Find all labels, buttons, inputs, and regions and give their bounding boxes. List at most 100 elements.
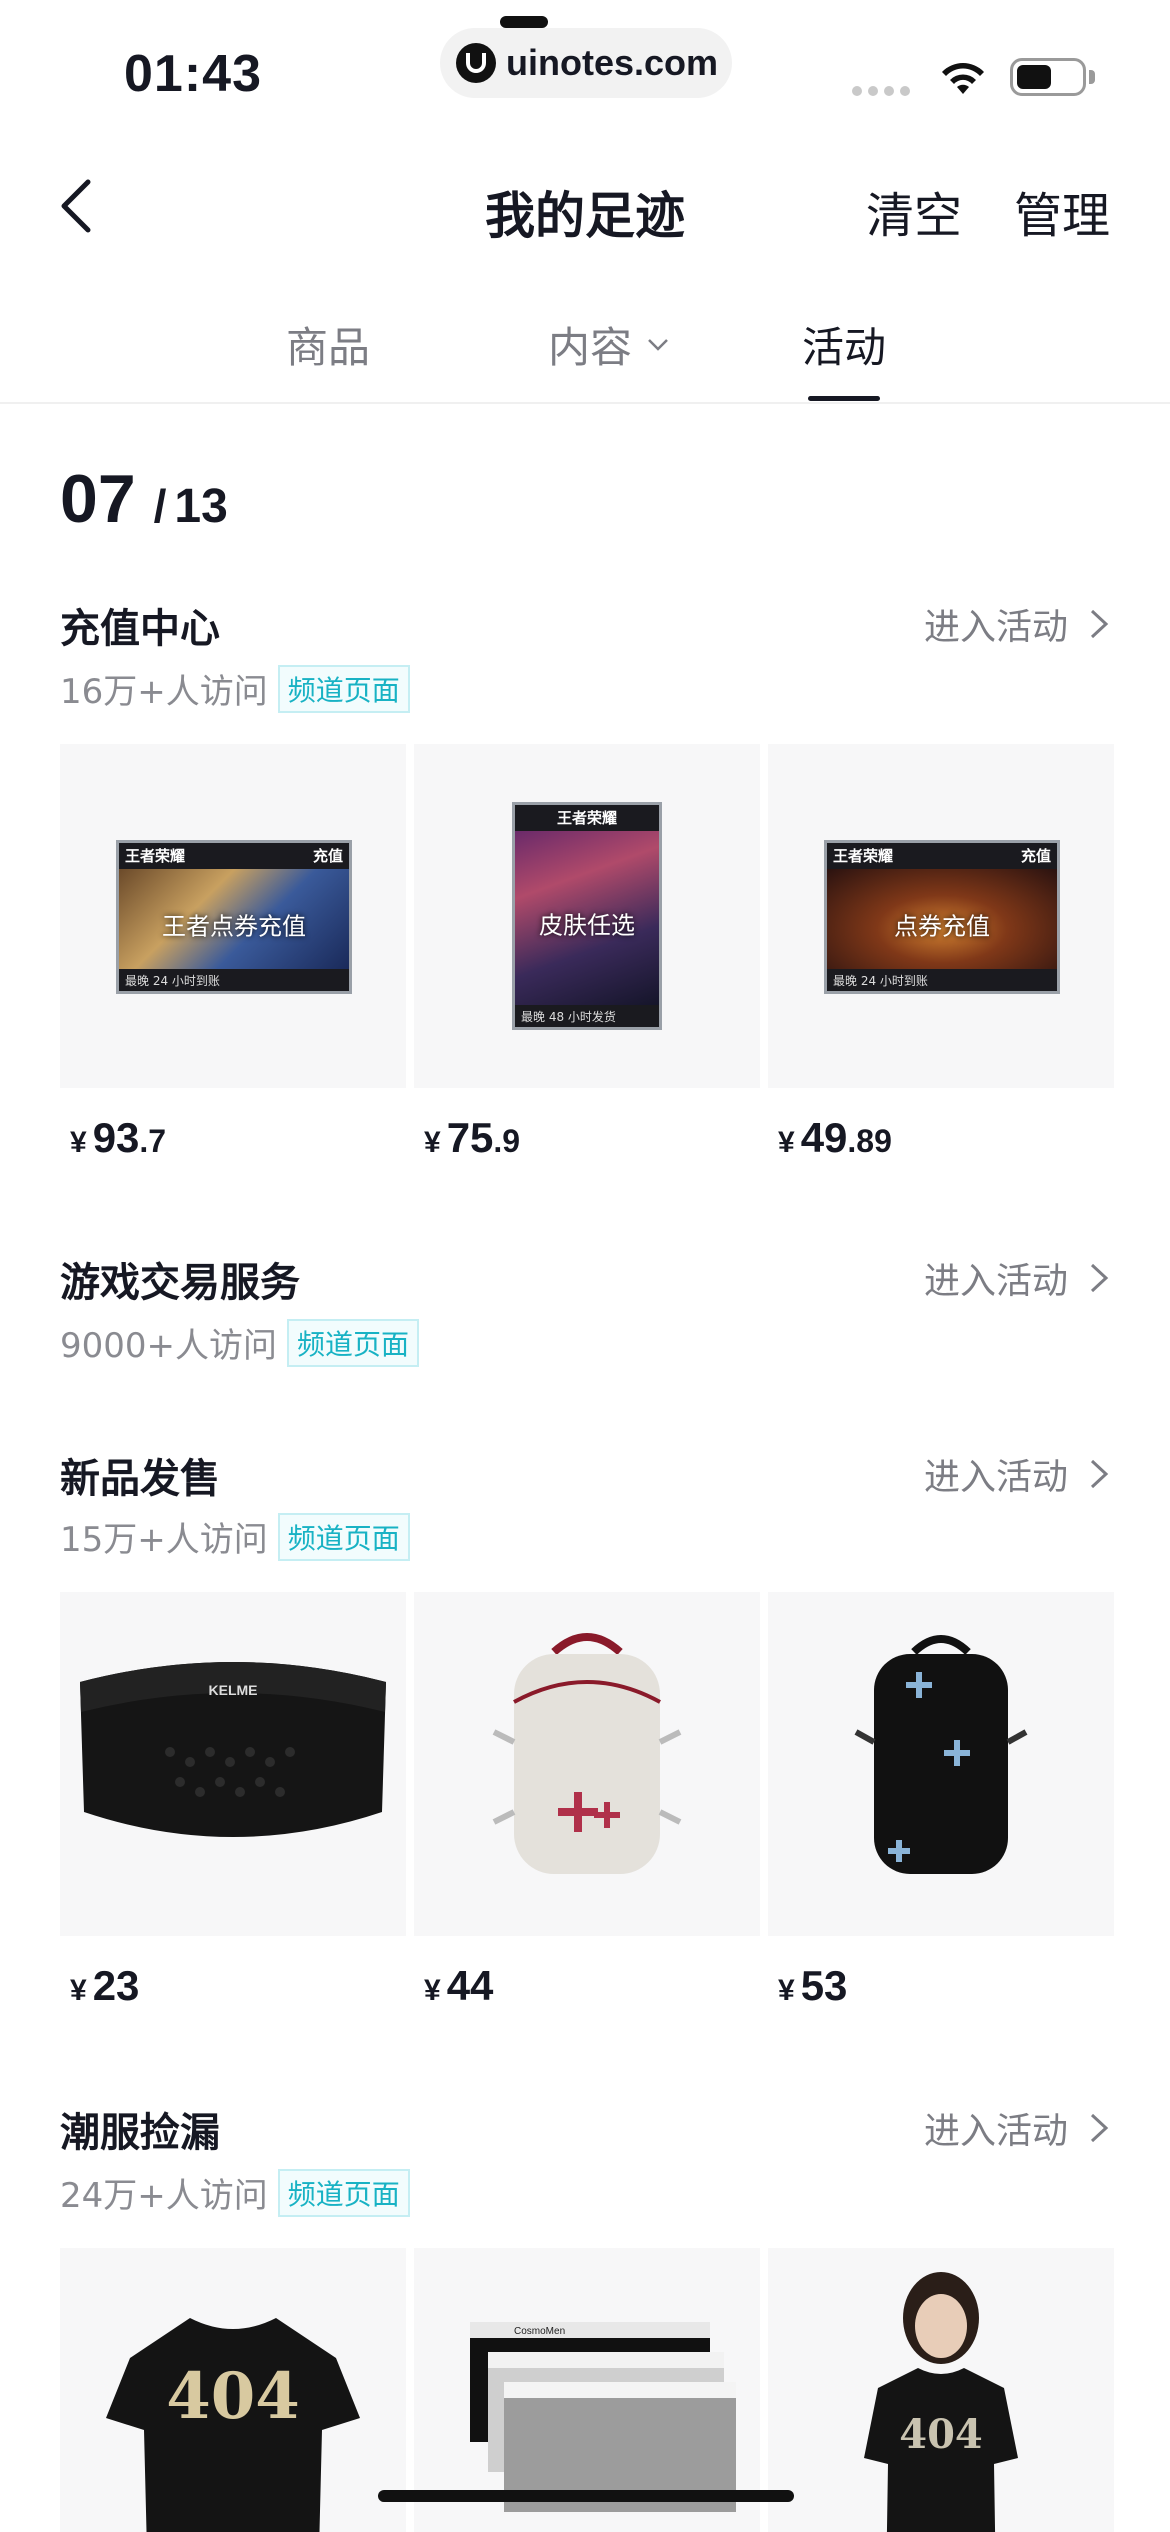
brand-text: CosmoMen: [514, 2326, 565, 2337]
price-integer: 44: [446, 1962, 494, 2009]
tab-active-indicator: [808, 396, 880, 401]
chevron-right-icon: [1090, 2113, 1109, 2143]
visit-count: 16万+人访问: [60, 672, 268, 712]
tab-bar: 商品 内容 活动: [0, 308, 1170, 404]
product-card[interactable]: 王者荣耀 充值 王者点券充值 最晚 24 小时到账: [60, 744, 406, 1088]
home-indicator: [378, 2490, 794, 2502]
product-card[interactable]: 王者荣耀 皮肤任选 最晚 48 小时发货: [414, 744, 760, 1088]
channel-page-badge: 频道页面: [277, 1512, 410, 1561]
notch-indicator: [500, 16, 548, 28]
shirt-print-text: 404: [899, 2411, 983, 2458]
enter-activity-label: 进入活动: [923, 1261, 1068, 1302]
channel-page-badge: 频道页面: [277, 664, 410, 713]
price: ¥49.89: [778, 1114, 892, 1162]
tab-activity[interactable]: 活动: [802, 314, 886, 375]
price-decimal: .89: [847, 1123, 892, 1159]
visit-count: 15万+人访问: [60, 1520, 268, 1560]
product-card[interactable]: [414, 1592, 760, 1936]
game-name: 王者荣耀: [125, 847, 186, 865]
card-label: 皮肤任选: [539, 911, 635, 940]
tab-products[interactable]: 商品: [286, 314, 370, 375]
currency-symbol: ¥: [70, 1974, 87, 2007]
currency-symbol: ¥: [70, 1126, 87, 1159]
currency-symbol: ¥: [424, 1974, 441, 2007]
chevron-right-icon: [1090, 1263, 1109, 1293]
enter-activity-label: 进入活动: [923, 607, 1068, 648]
game-skin-card: 王者荣耀 皮肤任选 最晚 48 小时发货: [512, 802, 662, 1030]
enter-activity-link[interactable]: 进入活动: [924, 1448, 1110, 1500]
url-pill[interactable]: uinotes.com: [440, 28, 732, 98]
section-title: 潮服捡漏: [60, 2110, 220, 2156]
game-topup-card: 王者荣耀 充值 王者点券充值 最晚 24 小时到账: [116, 840, 352, 994]
product-card[interactable]: KELME: [60, 1592, 406, 1936]
channel-page-badge: 频道页面: [287, 1318, 420, 1367]
manage-button[interactable]: 管理: [1014, 176, 1110, 246]
status-time: 01:43: [124, 45, 262, 103]
brand-text: KELME: [209, 1682, 258, 1698]
black-backpack-image: [854, 1635, 1028, 1874]
enter-activity-label: 进入活动: [923, 1457, 1068, 1498]
product-card[interactable]: 404: [768, 2248, 1114, 2532]
card-type: 充值: [312, 847, 343, 865]
section-title: 新品发售: [60, 1456, 220, 1502]
white-backpack-image: [492, 1633, 682, 1874]
cellular-signal-icon: [852, 86, 910, 96]
price-integer: 23: [92, 1962, 140, 2009]
currency-symbol: ¥: [778, 1974, 795, 2007]
model-tshirt-image: 404: [864, 2272, 1018, 2532]
product-card[interactable]: 王者荣耀 充值 点券充值 最晚 24 小时到账: [768, 744, 1114, 1088]
battery-icon: [1010, 58, 1086, 96]
page-title: 我的足迹: [485, 187, 685, 245]
game-name: 王者荣耀: [833, 847, 894, 865]
visit-count: 9000+人访问: [60, 1326, 278, 1366]
date-header: 07 / 13: [60, 460, 228, 538]
enter-activity-link[interactable]: 进入活动: [924, 2102, 1110, 2154]
price-integer: 75: [446, 1114, 494, 1161]
price-integer: 53: [800, 1962, 848, 2009]
product-grid: 王者荣耀 充值 王者点券充值 最晚 24 小时到账 王者荣耀 皮肤任选 最晚 48…: [60, 744, 1114, 1088]
price: ¥53: [778, 1962, 847, 2010]
enter-activity-link[interactable]: 进入活动: [924, 598, 1110, 650]
price: ¥23: [70, 1962, 139, 2010]
section-meta: 9000+人访问 频道页面: [60, 1318, 420, 1367]
enter-activity-link[interactable]: 进入活动: [924, 1252, 1110, 1304]
price: ¥75.9: [424, 1114, 520, 1162]
enter-activity-label: 进入活动: [923, 2111, 1068, 2152]
tab-content[interactable]: 内容: [548, 314, 670, 375]
currency-symbol: ¥: [424, 1126, 441, 1159]
site-logo-icon: [456, 43, 496, 83]
channel-page-badge: 频道页面: [277, 2168, 410, 2217]
date-separator: /: [153, 480, 167, 532]
price: ¥93.7: [70, 1114, 166, 1162]
card-label: 点券充值: [894, 912, 990, 941]
date-month: 13: [174, 480, 228, 533]
price-integer: 49: [800, 1114, 848, 1161]
card-footer: 最晚 24 小时到账: [833, 974, 928, 988]
price-decimal: .7: [139, 1123, 167, 1159]
section-title: 充值中心: [60, 606, 220, 652]
battery-cap: [1089, 70, 1095, 84]
chevron-right-icon: [1090, 1459, 1109, 1489]
price-integer: 93: [92, 1114, 140, 1161]
product-card[interactable]: [768, 1592, 1114, 1936]
date-day: 07: [60, 461, 136, 537]
clear-button[interactable]: 清空: [866, 176, 962, 246]
shirt-print-text: 404: [166, 2359, 300, 2434]
status-bar: 01:43 uinotes.com: [0, 0, 1170, 140]
price-decimal: .9: [493, 1123, 521, 1159]
card-label: 王者点券充值: [162, 912, 306, 941]
section-title: 游戏交易服务: [60, 1260, 300, 1306]
section-meta: 15万+人访问 频道页面: [60, 1512, 410, 1561]
product-card[interactable]: 404: [60, 2248, 406, 2532]
visit-count: 24万+人访问: [60, 2176, 268, 2216]
tab-content-label: 内容: [548, 323, 633, 372]
currency-symbol: ¥: [778, 1126, 795, 1159]
game-topup-card: 王者荣耀 充值 点券充值 最晚 24 小时到账: [824, 840, 1060, 994]
price: ¥44: [424, 1962, 493, 2010]
card-footer: 最晚 24 小时到账: [125, 974, 220, 988]
section-meta: 16万+人访问 频道页面: [60, 664, 410, 713]
card-type: 充值: [1020, 847, 1051, 865]
game-name: 王者荣耀: [556, 809, 617, 827]
section-meta: 24万+人访问 频道页面: [60, 2168, 410, 2217]
waistband-image: KELME: [80, 1662, 386, 1837]
